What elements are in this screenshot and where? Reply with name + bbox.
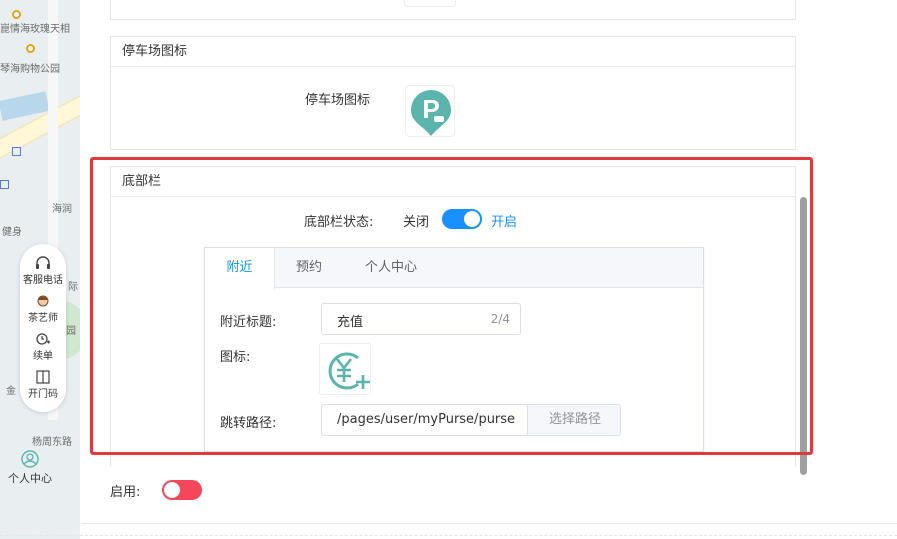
my-center-tab[interactable]: 个人中心 <box>0 450 60 486</box>
parking-icon-upload[interactable]: P <box>405 85 455 137</box>
divider <box>82 523 897 524</box>
parking-card-header: 停车场图标 <box>111 37 795 67</box>
enable-label: 启用: <box>110 485 141 500</box>
quick-action-label: 续单 <box>33 351 53 362</box>
quick-actions-panel: 客服电话 茶艺师 续单 开门码 <box>20 244 66 412</box>
quick-action-label: 客服电话 <box>23 275 63 286</box>
map-label: 琴海购物公园 <box>0 64 60 75</box>
map-label: 杨周东路 <box>32 437 72 448</box>
user-icon <box>21 450 39 468</box>
map-poi-icon <box>26 44 35 53</box>
map-label: 金 <box>6 386 16 397</box>
quick-action-customer-service[interactable]: 客服电话 <box>20 256 66 286</box>
map-label: 园 <box>66 326 76 337</box>
highlight-box <box>90 157 813 455</box>
map-transit-icon <box>12 147 21 156</box>
page: 崑情海玫瑰天相 琴海购物公园 海润 健身 际 园 金 杨周东路 客服电话 茶艺师… <box>0 0 897 539</box>
map-label: 健身 <box>2 227 22 238</box>
quick-action-door-code[interactable]: 开门码 <box>20 370 66 400</box>
parking-icon-card: 停车场图标 停车场图标 P <box>110 36 796 150</box>
map-label: 海润 <box>52 204 72 215</box>
door-icon <box>36 370 50 384</box>
map-poi-icon <box>12 10 21 19</box>
quick-action-label: 茶艺师 <box>28 313 58 324</box>
enable-toggle[interactable] <box>162 480 202 500</box>
previous-icon-thumbnail[interactable] <box>404 0 456 7</box>
my-center-label: 个人中心 <box>8 472 52 485</box>
previous-settings-card <box>110 0 796 20</box>
parking-icon: P <box>411 90 451 136</box>
quick-action-tea-master[interactable]: 茶艺师 <box>20 294 66 324</box>
map-label: 崑情海玫瑰天相 <box>0 24 70 35</box>
clock-plus-icon <box>36 333 50 345</box>
quick-action-renew[interactable]: 续单 <box>20 332 66 362</box>
parking-icon-label: 停车场图标 <box>305 93 371 108</box>
map-transit-icon <box>0 180 9 189</box>
map-label: 际 <box>68 282 78 293</box>
divider <box>0 535 897 536</box>
quick-action-label: 开门码 <box>28 389 58 400</box>
tea-master-icon <box>37 295 49 307</box>
map-preview[interactable]: 崑情海玫瑰天相 琴海购物公园 海润 健身 际 园 金 杨周东路 客服电话 茶艺师… <box>0 0 80 539</box>
headset-icon <box>36 256 50 269</box>
